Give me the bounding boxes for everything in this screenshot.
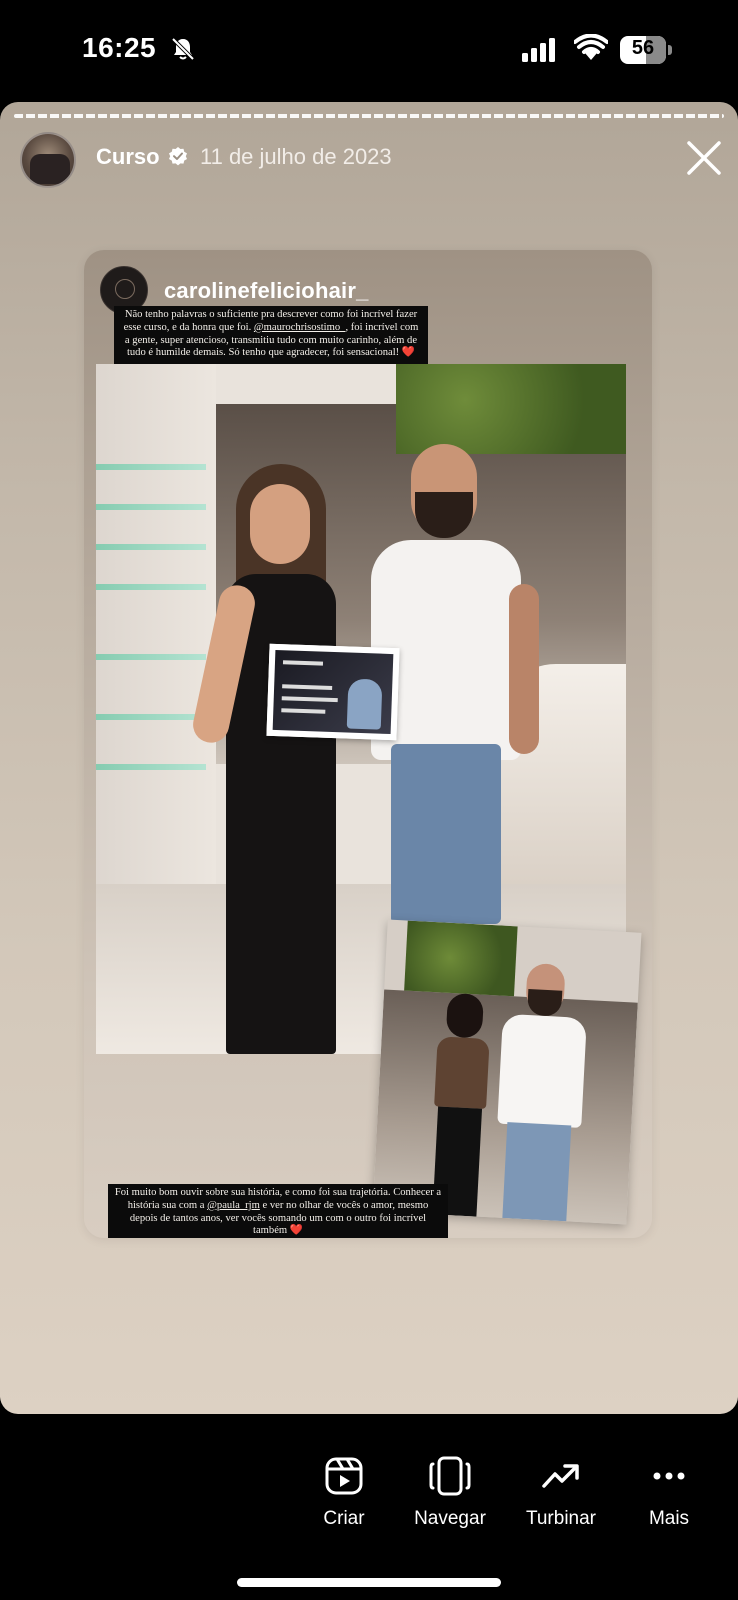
verified-badge-icon	[169, 147, 187, 166]
create-label: Criar	[323, 1508, 365, 1529]
reels-icon	[325, 1457, 363, 1495]
secondary-photo	[372, 919, 642, 1225]
status-time: 16:25	[82, 32, 157, 63]
boost-label: Turbinar	[525, 1508, 597, 1529]
status-bar: 16:25 56	[0, 0, 738, 100]
create-button[interactable]: Criar	[294, 1456, 394, 1530]
wifi-icon	[574, 34, 608, 60]
battery-level: 56	[631, 37, 655, 59]
navigate-button[interactable]: Navegar	[400, 1456, 500, 1530]
home-indicator[interactable]	[237, 1578, 501, 1587]
caption-top: Não tenho palavras o suficiente pra desc…	[114, 306, 428, 365]
trend-arrow-icon	[542, 1464, 579, 1488]
bell-muted-icon	[171, 37, 195, 61]
story-action-bar: Criar Navegar Turbinar Mais	[0, 1414, 738, 1600]
avatar[interactable]	[20, 132, 76, 188]
more-dots-icon	[653, 1472, 685, 1480]
mention-link[interactable]: @paula_rjm	[207, 1200, 260, 1211]
story-date: 11 de julho de 2023	[200, 144, 392, 169]
reposted-story-card[interactable]: carolinefeliciohair_ Não tenho palavras …	[84, 250, 652, 1238]
certificate	[266, 643, 400, 741]
navigate-label: Navegar	[414, 1508, 486, 1529]
battery-indicator: 56	[620, 36, 672, 64]
caption-bottom: Foi muito bom ouvir sobre sua história, …	[108, 1184, 448, 1238]
more-button[interactable]: Mais	[619, 1456, 719, 1530]
reposted-username[interactable]: carolinefeliciohair_	[164, 278, 369, 304]
story-username[interactable]: Curso	[96, 144, 160, 170]
more-label: Mais	[648, 1508, 690, 1529]
mention-link[interactable]: @maurochrisostimo_	[254, 322, 346, 333]
phone-frame-icon	[429, 1456, 471, 1496]
close-icon[interactable]	[684, 138, 724, 178]
story-viewer[interactable]: Curso 11 de julho de 2023 carolinefelici…	[0, 102, 738, 1414]
cellular-signal-icon	[522, 38, 555, 62]
story-progress-bar	[14, 114, 724, 118]
boost-button[interactable]: Turbinar	[511, 1456, 611, 1530]
